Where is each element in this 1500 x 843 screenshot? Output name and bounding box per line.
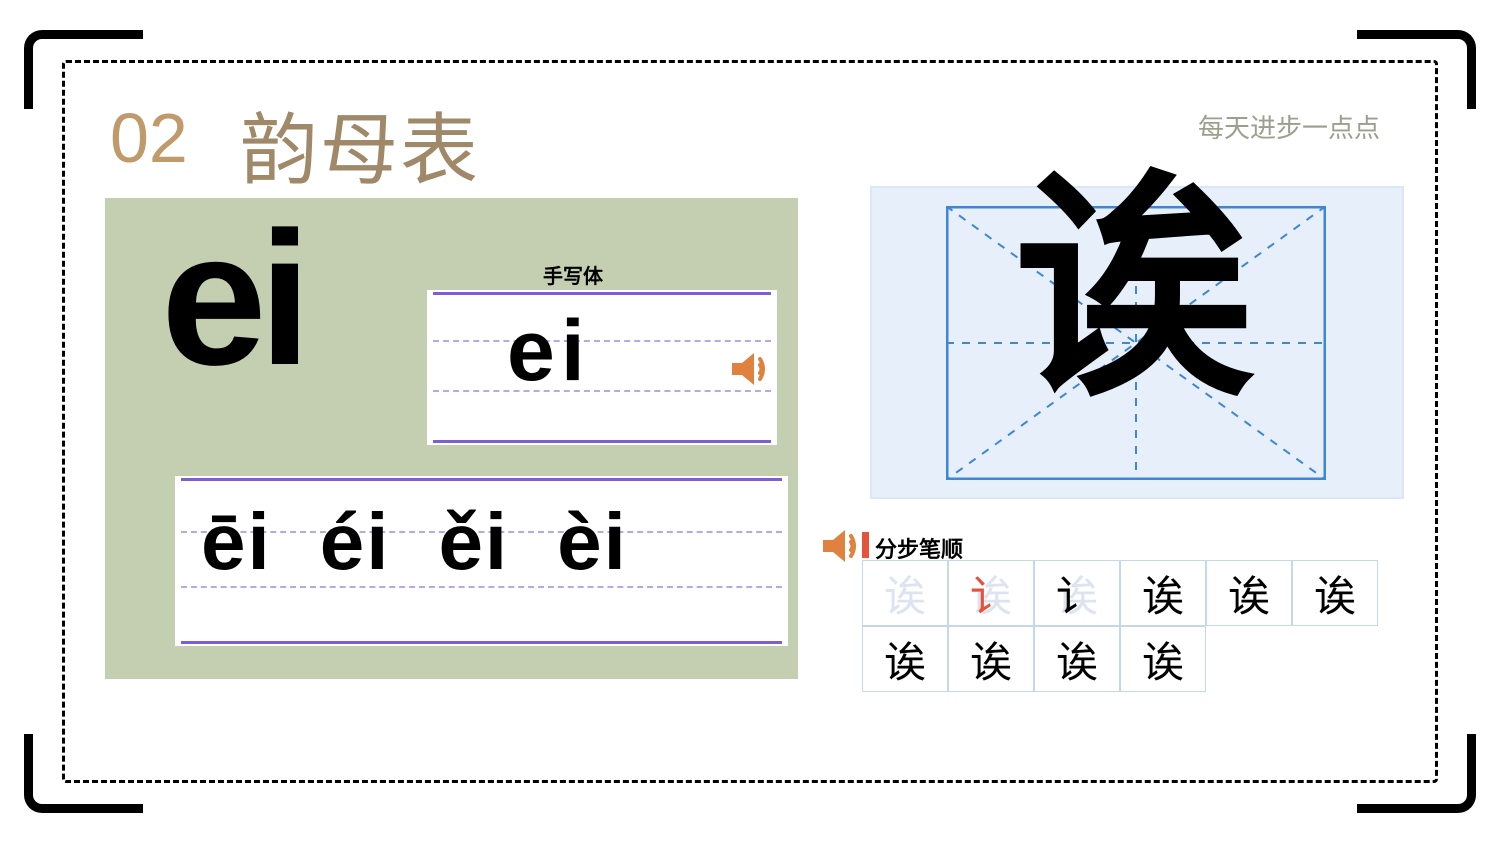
handwriting-label: 手写体 <box>543 260 603 289</box>
writing-box-small: ei <box>427 290 777 445</box>
stroke-steps: 诶 诶讠 诶讠 诶诶 诶诶 诶诶 诶 诶 诶 诶 <box>862 560 1402 692</box>
stroke-cell: 诶讠 <box>948 560 1034 626</box>
pinyin-panel: ei 手写体 ei ēi éi ěi èi <box>105 198 798 679</box>
stroke-cell: 诶 <box>862 626 948 692</box>
pinyin-main: ei <box>161 204 303 394</box>
speaker-icon[interactable] <box>726 345 774 393</box>
stroke-cell: 诶诶 <box>1206 560 1292 626</box>
stroke-cell: 诶 <box>1120 626 1206 692</box>
character-glyph: 诶 <box>894 170 1374 410</box>
section-title: 韵母表 <box>240 88 480 200</box>
section-number: 02 <box>110 98 188 178</box>
motto-text: 每天进步一点点 <box>1198 108 1380 145</box>
stroke-cell: 诶诶 <box>1292 560 1378 626</box>
writing-box-tones: ēi éi ěi èi <box>175 476 788 646</box>
tone-row: ēi éi ěi èi <box>201 496 778 588</box>
tone-1: ēi <box>201 496 272 588</box>
stroke-cell: 诶 <box>948 626 1034 692</box>
speaker-icon[interactable] <box>817 522 865 570</box>
stroke-cell: 诶讠 <box>1034 560 1120 626</box>
tone-4: èi <box>557 496 628 588</box>
stroke-cell: 诶 <box>862 560 948 626</box>
stroke-cell: 诶 <box>1034 626 1120 692</box>
stroke-cell: 诶诶 <box>1120 560 1206 626</box>
stroke-label-bar <box>862 532 869 558</box>
tone-3: ěi <box>438 496 509 588</box>
tone-2: éi <box>320 496 391 588</box>
handwriting-sample: ei <box>507 302 591 401</box>
slide: 02 韵母表 每天进步一点点 ei 手写体 ei ēi éi ěi èi <box>0 0 1500 843</box>
